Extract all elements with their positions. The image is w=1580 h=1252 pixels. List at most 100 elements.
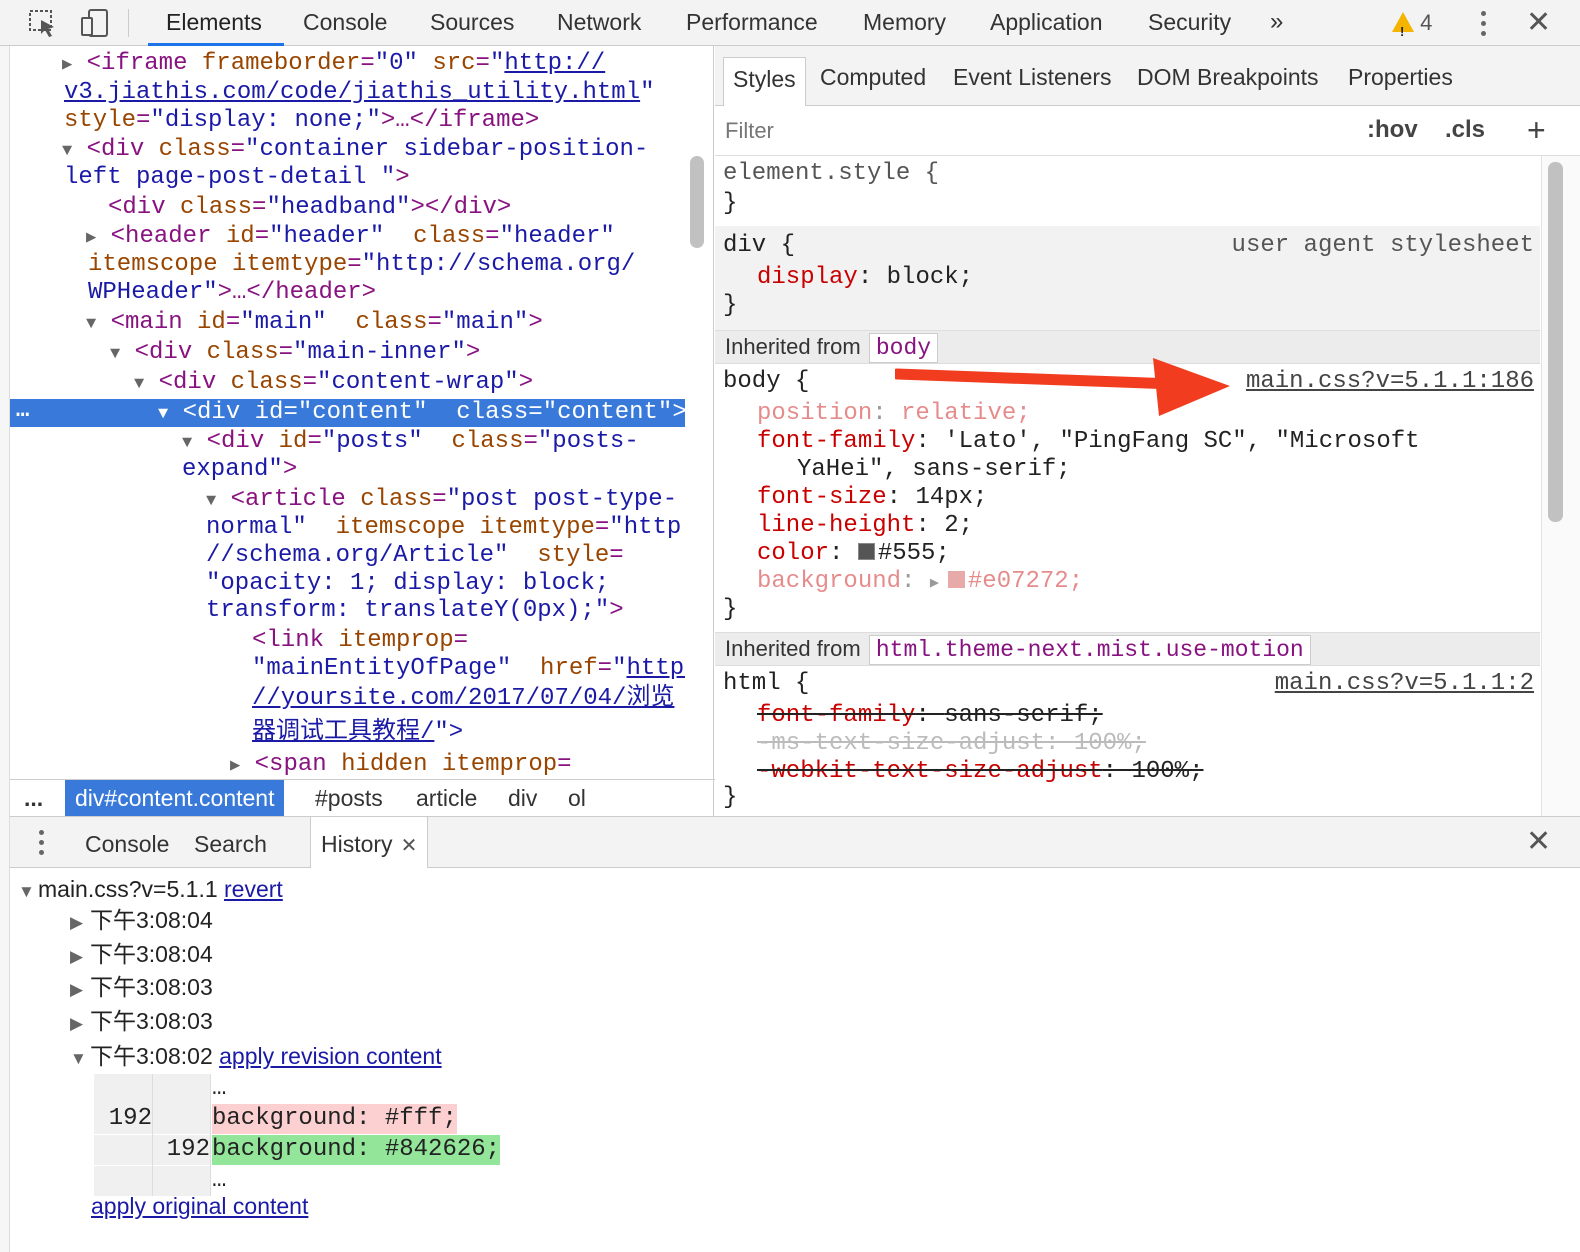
css-declaration[interactable]: font-size: 14px; — [757, 484, 987, 512]
tab-security[interactable]: Security — [1148, 0, 1231, 46]
warnings-counter[interactable]: ! 4 — [1392, 6, 1432, 40]
tab-event-listeners[interactable]: Event Listeners — [953, 60, 1112, 106]
dom-node-content-selected[interactable]: ▼ <div id="content" class="content"> — [158, 399, 685, 429]
tab-properties[interactable]: Properties — [1348, 60, 1453, 106]
dom-node-link[interactable]: <link itemprop= — [252, 627, 468, 655]
collapse-arrow-icon[interactable]: ▼ — [70, 1044, 90, 1074]
close-drawer-button[interactable]: ✕ — [1526, 827, 1551, 857]
dom-node-headband[interactable]: <div class="headband"></div> — [108, 194, 511, 222]
history-revision[interactable]: ▶ 下午3:08:03 — [70, 972, 213, 1005]
tab-memory[interactable]: Memory — [863, 0, 946, 46]
drawer-tab-history[interactable]: History ✕ — [310, 817, 429, 869]
device-toolbar-icon[interactable] — [78, 6, 112, 40]
tab-sources[interactable]: Sources — [430, 0, 514, 46]
tab-console[interactable]: Console — [303, 0, 387, 46]
css-declaration-overridden[interactable]: -webkit-text-size-adjust: 100%; — [757, 758, 1203, 786]
css-declaration[interactable]: font-family: 'Lato', "PingFang SC", "Mic… — [757, 428, 1420, 456]
css-declaration-inactive[interactable]: background: ▶ #e07272; — [757, 568, 1083, 598]
history-revision[interactable]: ▶ 下午3:08:04 — [70, 905, 213, 938]
breadcrumb-item-article[interactable]: article — [416, 780, 477, 817]
class-toggle[interactable]: .cls — [1445, 112, 1485, 148]
add-rule-button[interactable]: + — [1527, 112, 1546, 148]
drawer-tab-search[interactable]: Search — [194, 817, 267, 869]
css-declaration[interactable]: color: #555; — [757, 540, 950, 568]
history-revision[interactable]: ▶ 下午3:08:03 — [70, 1006, 213, 1039]
color-swatch-icon[interactable] — [857, 543, 875, 560]
css-declaration-inactive[interactable]: position: relative; — [757, 400, 1031, 428]
drawer-tab-console[interactable]: Console — [85, 817, 169, 869]
collapse-arrow-icon[interactable]: ▼ — [62, 138, 72, 166]
href-link[interactable]: http: — [626, 655, 685, 682]
body-selector[interactable]: body { — [723, 368, 809, 396]
color-swatch-icon[interactable] — [947, 571, 965, 588]
iframe-src-link[interactable]: http:// — [504, 50, 605, 77]
revert-link[interactable]: revert — [224, 876, 283, 902]
breadcrumb-item-content[interactable]: div#content.content — [65, 780, 285, 817]
apply-revision-link[interactable]: apply revision content — [219, 1043, 441, 1069]
history-revision[interactable]: ▶ 下午3:08:04 — [70, 939, 213, 972]
node-actions-icon[interactable]: … — [16, 399, 29, 423]
expand-arrow-icon[interactable]: ▶ — [70, 1009, 90, 1039]
tab-styles[interactable]: Styles — [723, 57, 806, 107]
close-devtools-button[interactable]: ✕ — [1526, 8, 1551, 38]
expand-arrow-icon[interactable]: ▶ — [70, 942, 90, 972]
dom-node-header[interactable]: ▶ <header id="header" class="header" — [86, 223, 615, 253]
href-link[interactable]: 器调试工具教程/ — [252, 719, 434, 746]
expand-arrow-icon[interactable]: ▶ — [62, 52, 72, 80]
panel-divider[interactable] — [713, 46, 714, 816]
dom-node-container[interactable]: ▼ <div class="container sidebar-position… — [62, 136, 648, 166]
dom-node-main[interactable]: ▼ <main id="main" class="main"> — [86, 309, 543, 339]
styles-scrollbar[interactable] — [1548, 162, 1563, 522]
apply-original-link[interactable]: apply original content — [91, 1193, 308, 1219]
more-options-icon[interactable] — [1481, 11, 1487, 41]
dom-node-iframe[interactable]: ▶ <iframe frameborder="0" src="http:// — [62, 50, 605, 80]
collapse-arrow-icon[interactable]: ▼ — [182, 430, 192, 458]
expand-arrow-icon[interactable]: ▶ — [70, 908, 90, 938]
collapse-arrow-icon[interactable]: ▼ — [206, 488, 216, 516]
collapse-arrow-icon[interactable]: ▼ — [110, 341, 120, 369]
hover-state-toggle[interactable]: :hov — [1367, 112, 1418, 148]
css-source-link[interactable]: main.css?v=5.1.1:186 — [1246, 368, 1534, 396]
tab-performance[interactable]: Performance — [686, 0, 818, 46]
history-revision-expanded[interactable]: ▼ 下午3:08:02 apply revision content — [70, 1041, 442, 1074]
more-tabs-button[interactable]: » — [1270, 0, 1283, 46]
iframe-src-link[interactable]: v3.jiathis.com/code/jiathis_utility.html — [64, 79, 640, 106]
breadcrumb-item-div[interactable]: div — [508, 780, 537, 817]
css-source-link[interactable]: main.css?v=5.1.1:2 — [1275, 670, 1534, 698]
breadcrumb-more[interactable]: ... — [24, 780, 43, 817]
inspect-element-icon[interactable] — [26, 6, 60, 40]
dom-node-main-inner[interactable]: ▼ <div class="main-inner"> — [110, 339, 480, 369]
collapse-arrow-icon[interactable]: ▼ — [86, 311, 96, 339]
tab-network[interactable]: Network — [557, 0, 641, 46]
tab-application[interactable]: Application — [990, 0, 1103, 46]
breadcrumb-item-ol[interactable]: ol — [568, 780, 586, 817]
close-tab-icon[interactable]: ✕ — [401, 835, 418, 857]
dom-node-content-wrap[interactable]: ▼ <div class="content-wrap"> — [134, 369, 533, 399]
styles-filter-input[interactable] — [725, 114, 1325, 148]
drawer-menu-icon[interactable] — [39, 830, 45, 860]
expand-shorthand-icon[interactable]: ▶ — [930, 575, 948, 592]
dom-node-posts[interactable]: ▼ <div id="posts" class="posts- — [182, 428, 639, 458]
href-link[interactable]: //yoursite.com/2017/07/04/浏览 — [252, 685, 674, 712]
tab-computed[interactable]: Computed — [820, 60, 926, 106]
collapse-arrow-icon[interactable]: ▼ — [18, 877, 38, 907]
css-declaration[interactable]: display: block; — [757, 264, 973, 292]
expand-arrow-icon[interactable]: ▶ — [70, 975, 90, 1005]
collapse-arrow-icon[interactable]: ▼ — [134, 371, 144, 399]
expand-arrow-icon[interactable]: ▶ — [86, 225, 96, 253]
dom-node-span[interactable]: ▶ <span hidden itemprop= — [230, 751, 572, 779]
css-declaration[interactable]: line-height: 2; — [757, 512, 973, 540]
dom-scrollbar[interactable] — [690, 156, 704, 248]
tab-dom-breakpoints[interactable]: DOM Breakpoints — [1137, 60, 1319, 106]
css-declaration-overridden[interactable]: font-family: sans-serif; — [757, 702, 1103, 730]
html-selector[interactable]: html { — [723, 670, 809, 698]
css-declaration-overridden[interactable]: -ms-text-size-adjust: 100%; — [757, 730, 1146, 758]
breadcrumb-item-posts[interactable]: #posts — [315, 780, 383, 817]
collapse-arrow-icon[interactable]: ▼ — [158, 401, 168, 429]
expand-arrow-icon[interactable]: ▶ — [230, 753, 240, 779]
dom-node-article[interactable]: ▼ <article class="post post-type- — [206, 486, 677, 516]
tab-elements[interactable]: Elements — [148, 0, 284, 46]
inherited-source-badge[interactable]: html.theme-next.mist.use-motion — [868, 635, 1311, 665]
history-file-entry[interactable]: ▼ main.css?v=5.1.1 revert — [18, 874, 283, 907]
element-style-selector[interactable]: element.style { — [723, 160, 939, 188]
